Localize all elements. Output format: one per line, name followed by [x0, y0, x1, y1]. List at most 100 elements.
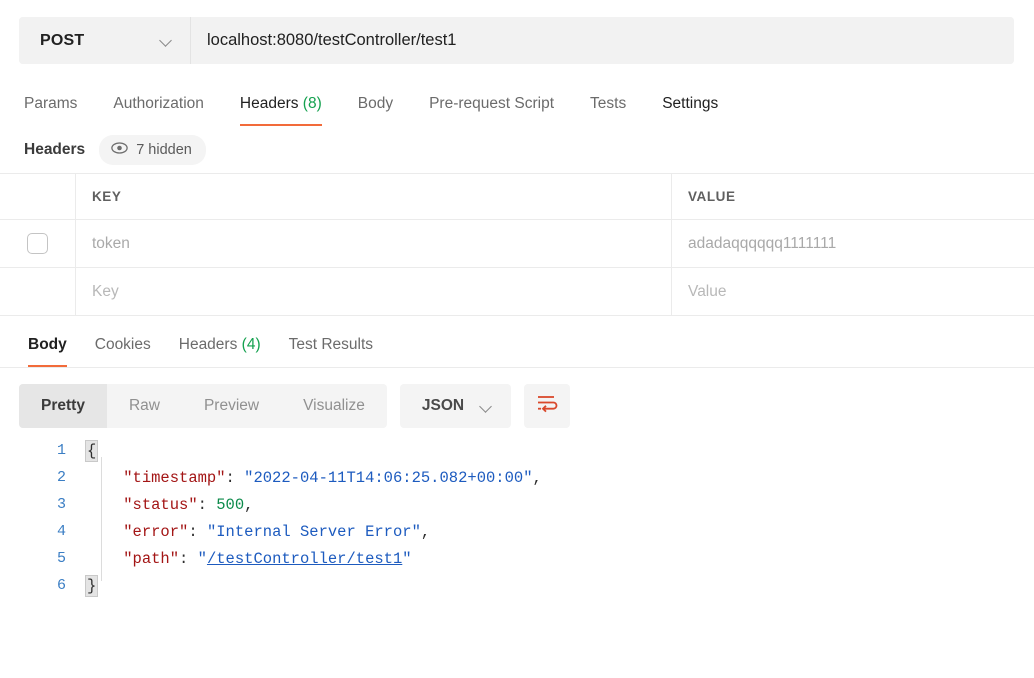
- view-mode-pretty[interactable]: Pretty: [19, 384, 107, 428]
- request-url-input[interactable]: localhost:8080/testController/test1: [191, 17, 1014, 64]
- tab-authorization[interactable]: Authorization: [95, 95, 221, 126]
- response-tab-body[interactable]: Body: [14, 336, 81, 367]
- view-mode-raw[interactable]: Raw: [107, 384, 182, 428]
- new-row-key-input[interactable]: Key: [76, 268, 672, 315]
- table-row: Key Value: [0, 268, 1034, 316]
- headers-section-title: Headers: [24, 140, 86, 158]
- column-header-label: VALUE: [688, 189, 736, 204]
- view-mode-visualize[interactable]: Visualize: [281, 384, 387, 428]
- tab-settings[interactable]: Settings: [644, 95, 736, 126]
- response-tabs: Body Cookies Headers (4) Test Results: [0, 316, 1034, 368]
- response-format-select[interactable]: JSON: [399, 384, 512, 428]
- response-tab-cookies[interactable]: Cookies: [81, 336, 165, 367]
- json-punct: ,: [244, 495, 254, 514]
- json-brace-open: {: [85, 439, 99, 462]
- view-mode-group: Pretty Raw Preview Visualize: [19, 384, 387, 428]
- new-row-value-placeholder: Value: [688, 282, 727, 300]
- http-method-label: POST: [40, 31, 85, 49]
- header-checkbox-cell: [0, 174, 76, 219]
- tab-count: (4): [241, 336, 261, 353]
- code-line-content: }: [85, 574, 99, 597]
- json-quote: ": [402, 549, 412, 568]
- tab-count: (8): [302, 95, 322, 112]
- hidden-headers-toggle[interactable]: 7 hidden: [99, 134, 206, 165]
- tab-label: Cookies: [94, 336, 151, 353]
- row-checkbox-cell: [0, 268, 76, 315]
- row-checkbox[interactable]: [27, 233, 48, 254]
- hidden-headers-label: 7 hidden: [136, 141, 192, 158]
- eye-icon: [111, 141, 128, 159]
- code-line-content: "timestamp": "2022-04-11T14:06:25.082+00…: [86, 469, 542, 487]
- json-punct: ,: [420, 522, 431, 541]
- tab-headers[interactable]: Headers (8): [222, 95, 340, 126]
- code-line-content: {: [85, 439, 99, 462]
- response-tab-test-results[interactable]: Test Results: [275, 336, 387, 367]
- tab-label: Params: [24, 95, 78, 112]
- response-tab-headers[interactable]: Headers (4): [165, 336, 275, 367]
- code-line: 4 "error": "Internal Server Error",: [0, 518, 1034, 545]
- view-mode-label: Pretty: [41, 397, 85, 414]
- json-string-value: "Internal Server Error": [206, 522, 421, 541]
- response-format-label: JSON: [421, 397, 465, 414]
- response-body-viewer[interactable]: 1 { 2 "timestamp": "2022-04-11T14:06:25.…: [0, 431, 1034, 599]
- wrap-lines-button[interactable]: [524, 384, 571, 428]
- code-line-content: "status": 500,: [86, 496, 253, 514]
- line-number: 2: [56, 469, 66, 486]
- row-key-cell[interactable]: token: [76, 220, 672, 267]
- tab-label: Headers: [178, 336, 238, 353]
- code-line: 3 "status": 500,: [0, 491, 1034, 518]
- json-key: "status": [123, 495, 198, 514]
- view-mode-label: Visualize: [303, 397, 365, 414]
- view-mode-label: Raw: [128, 397, 160, 414]
- tab-label: Body: [28, 336, 67, 353]
- table-header-row: KEY VALUE: [0, 174, 1034, 220]
- request-url-bar: POST localhost:8080/testController/test1: [0, 0, 1034, 78]
- code-line-content: "path": "/testController/test1": [86, 549, 412, 568]
- row-checkbox-cell: [0, 220, 76, 267]
- tab-label: Tests: [590, 95, 627, 112]
- wrap-lines-icon: [536, 394, 558, 418]
- new-row-value-input[interactable]: Value: [672, 268, 1034, 315]
- json-key: "error": [123, 522, 189, 541]
- tab-tests[interactable]: Tests: [572, 95, 644, 126]
- json-string-link[interactable]: /testController/test1: [207, 550, 402, 568]
- column-header-value: VALUE: [672, 174, 1034, 219]
- tab-label: Headers: [239, 95, 299, 112]
- json-quote: ": [197, 549, 207, 568]
- headers-table: KEY VALUE token adadaqqqqqq1111111 Key V…: [0, 174, 1034, 316]
- row-value-text: adadaqqqqqq1111111: [688, 234, 837, 252]
- new-row-key-placeholder: Key: [92, 282, 119, 300]
- json-number-value: 500: [216, 495, 245, 514]
- tab-label: Settings: [662, 95, 719, 112]
- json-punct: :: [225, 468, 245, 487]
- response-view-toolbar: Pretty Raw Preview Visualize JSON: [0, 368, 1034, 431]
- code-line: 2 "timestamp": "2022-04-11T14:06:25.082+…: [0, 464, 1034, 491]
- chevron-down-icon: [160, 34, 173, 47]
- json-brace-close: }: [85, 574, 99, 597]
- tab-label: Test Results: [288, 336, 374, 353]
- headers-section-header: Headers 7 hidden: [0, 126, 1034, 174]
- tab-pre-request-script[interactable]: Pre-request Script: [411, 95, 572, 126]
- json-punct: :: [179, 549, 198, 568]
- column-header-label: KEY: [92, 189, 122, 204]
- tab-body[interactable]: Body: [340, 95, 411, 126]
- line-number: 5: [56, 550, 66, 567]
- table-row: token adadaqqqqqq1111111: [0, 220, 1034, 268]
- tab-params[interactable]: Params: [19, 95, 95, 126]
- http-method-select[interactable]: POST: [19, 17, 191, 64]
- request-tabs: Params Authorization Headers (8) Body Pr…: [0, 78, 1034, 126]
- json-string-value: "2022-04-11T14:06:25.082+00:00": [244, 468, 533, 487]
- column-header-key: KEY: [76, 174, 672, 219]
- json-punct: :: [197, 495, 217, 514]
- row-key-text: token: [92, 234, 130, 252]
- line-number: 4: [56, 523, 66, 540]
- row-value-cell[interactable]: adadaqqqqqq1111111: [672, 220, 1034, 267]
- request-url-text: localhost:8080/testController/test1: [207, 31, 457, 49]
- code-line: 6 }: [0, 572, 1034, 599]
- json-key: "timestamp": [123, 468, 226, 487]
- view-mode-preview[interactable]: Preview: [182, 384, 281, 428]
